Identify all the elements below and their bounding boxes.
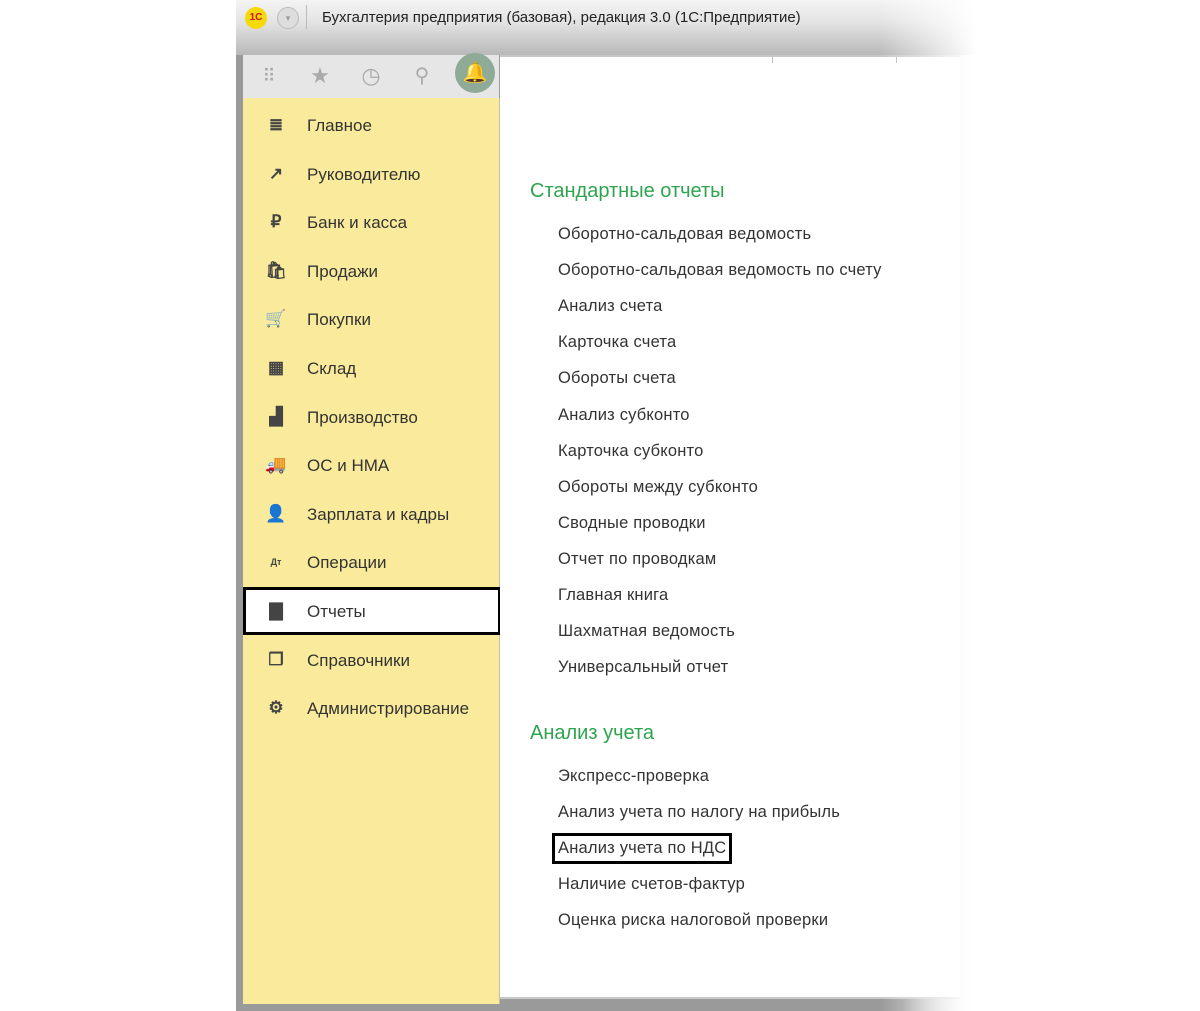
favorites-star-icon[interactable]: ★ (307, 63, 333, 89)
sidebar-icon: ▟ (269, 406, 283, 426)
sidebar-item[interactable]: 🚚 ОС и НМА (243, 441, 499, 489)
notifications-bell-icon[interactable]: 🔔 (455, 53, 495, 93)
report-link[interactable]: Анализ учета по НДС (551, 833, 733, 865)
1c-logo-icon[interactable]: 1С (245, 7, 267, 29)
report-link[interactable]: Карточка счета (558, 333, 676, 352)
sidebar-icon: ▦ (267, 358, 285, 377)
report-link[interactable]: Оборотно-сальдовая ведомость (558, 225, 811, 244)
report-link[interactable]: Экспресс-проверка (558, 767, 709, 786)
report-link[interactable]: Универсальный отчет (558, 658, 728, 677)
sidebar-item-label: Главное (307, 116, 372, 135)
sidebar-icon: ▇ (269, 601, 283, 620)
sidebar-item[interactable]: 🛍 Продажи (243, 247, 499, 295)
sidebar-icon: Дт (270, 557, 282, 568)
sidebar-item-label: Операции (307, 553, 387, 573)
report-link[interactable]: Отчет по проводкам (558, 550, 716, 569)
apps-grid-icon[interactable]: ⠿ (255, 63, 281, 89)
sidebar-item-label: Банк и касса (307, 213, 408, 233)
section-heading: Стандартные отчеты (530, 180, 725, 202)
report-link[interactable]: Сводные проводки (558, 514, 706, 533)
report-link[interactable]: Оборотно-сальдовая ведомость по счету (558, 261, 882, 280)
report-link[interactable]: Обороты счета (558, 369, 676, 388)
report-link[interactable]: Анализ учета по налогу на прибыль (558, 803, 840, 822)
report-link[interactable]: Оценка риска налоговой проверки (558, 911, 828, 930)
sidebar-item-label: Продажи (307, 261, 378, 281)
sidebar-item[interactable]: ▟ Производство (243, 393, 499, 441)
report-link[interactable]: Карточка субконто (558, 442, 704, 461)
edge-fade (880, 0, 1000, 1011)
sidebar-icon: ≣ (268, 115, 284, 134)
window-title: Бухгалтерия предприятия (базовая), редак… (322, 9, 801, 26)
sidebar-item-label: Производство (307, 407, 418, 427)
sidebar-icon: ❐ (268, 649, 284, 669)
sidebar-item[interactable]: 🛒 Покупки (243, 295, 499, 343)
report-link[interactable]: Шахматная ведомость (558, 622, 735, 641)
report-link[interactable]: Анализ счета (558, 297, 663, 316)
sidebar-item-label: Отчеты (307, 602, 366, 621)
history-icon[interactable]: ◷ (358, 63, 384, 89)
sidebar-item[interactable]: ⚙ Администрирование (243, 684, 499, 732)
sidebar-item[interactable]: 👤 Зарплата и кадры (243, 490, 499, 538)
sidebar-item-label: Зарплата и кадры (307, 504, 450, 524)
sidebar-item-label: Справочники (307, 650, 410, 670)
sidebar-icon: 🚚 (265, 455, 287, 475)
sidebar-item[interactable]: ↗ Руководителю (243, 150, 499, 198)
sidebar-item-label: ОС и НМА (307, 456, 390, 476)
sidebar-item[interactable]: ₽ Банк и касса (243, 198, 499, 246)
sidebar-item[interactable]: Дт Операции (243, 538, 499, 586)
sidebar-icon: ₽ (270, 212, 282, 232)
report-link[interactable]: Главная книга (558, 586, 668, 605)
sidebar-item[interactable]: ▦ Склад (243, 344, 499, 392)
search-icon[interactable]: ⚲ (409, 63, 435, 89)
sidebar-icon: 🛒 (265, 309, 287, 329)
section-heading: Анализ учета (530, 722, 655, 744)
report-link[interactable]: Анализ субконто (558, 406, 690, 425)
sidebar-item[interactable]: ❐ Справочники (243, 636, 499, 684)
sidebar-icon: ↗ (268, 163, 284, 183)
sidebar-item-label: Склад (307, 359, 357, 378)
title-separator (306, 5, 307, 29)
sidebar-icon: 🛍 (265, 260, 287, 280)
sidebar-item-label: Руководителю (307, 164, 421, 184)
sidebar-item[interactable]: ≣ Главное (243, 101, 499, 149)
sidebar-item-label: Администрирование (307, 699, 470, 719)
sidebar-item-label: Покупки (307, 310, 371, 330)
sidebar-item[interactable]: ▇ Отчеты (243, 587, 501, 635)
sidebar-icon: 👤 (265, 503, 287, 523)
main-menu-button[interactable]: ▾ (277, 7, 299, 29)
sidebar-icon: ⚙ (268, 698, 284, 718)
report-link[interactable]: Наличие счетов-фактур (558, 875, 745, 894)
sidebar: ≣ Главное ↗ Руководителю ₽ Банк и касса 🛍 Прода… (243, 98, 501, 1004)
report-link[interactable]: Обороты между субконто (558, 478, 758, 497)
